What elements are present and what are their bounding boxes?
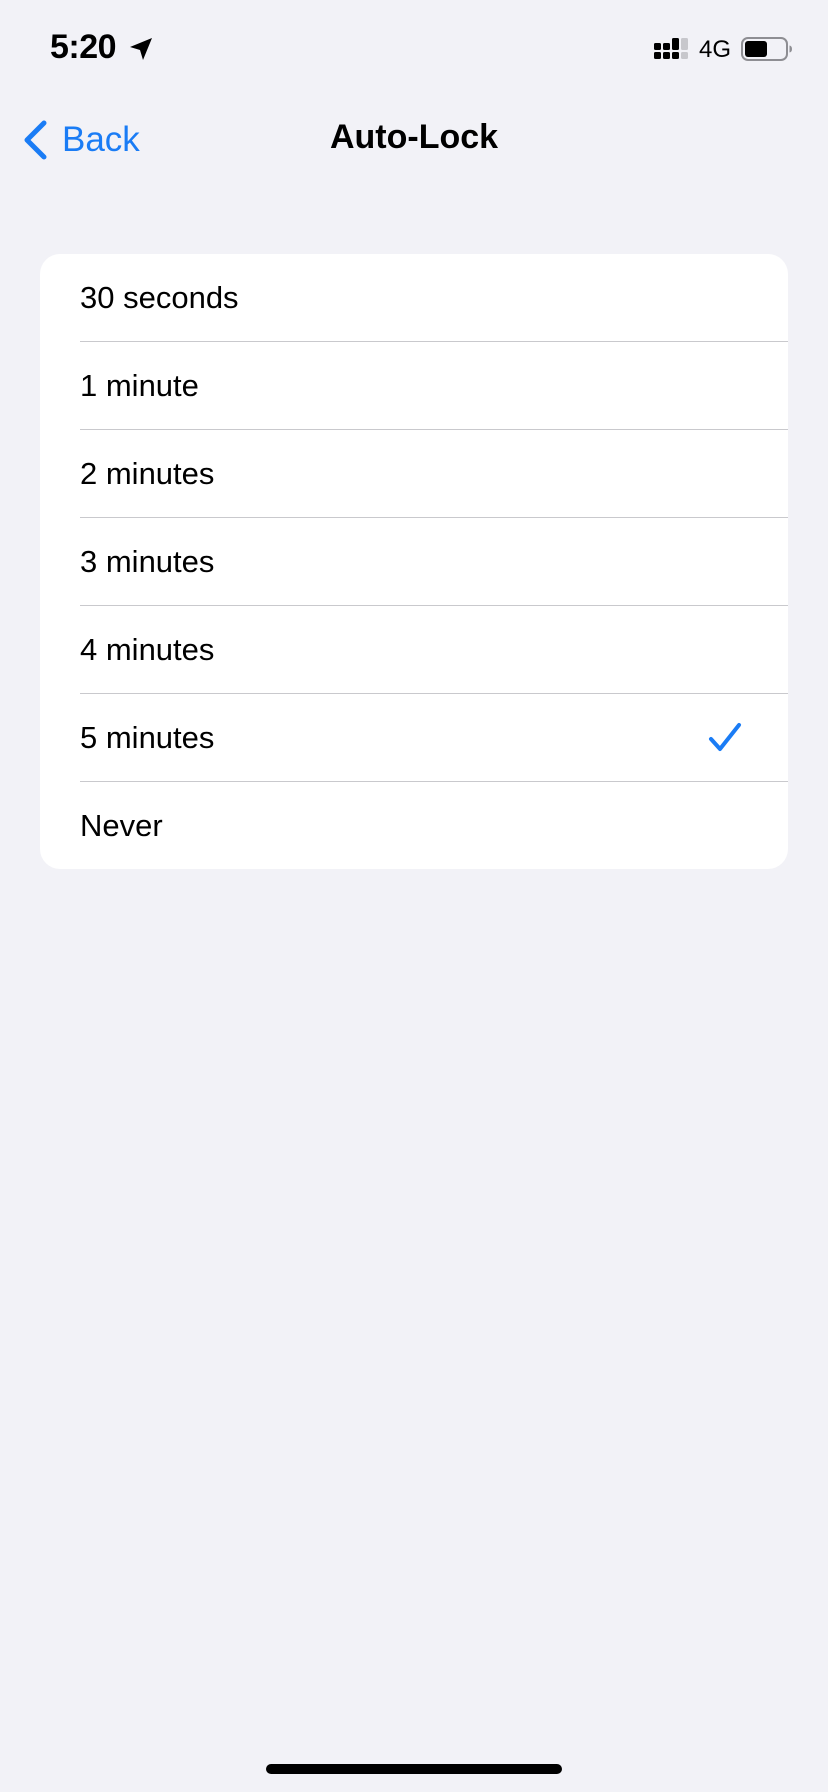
- location-arrow-icon: [130, 38, 152, 60]
- status-time: 5:20: [50, 28, 117, 66]
- option-label: 5 minutes: [80, 720, 215, 755]
- navigation-bar: Back Auto-Lock: [0, 100, 828, 180]
- cellular-signal-icon: [654, 38, 688, 59]
- option-label: 1 minute: [80, 368, 199, 403]
- option-5-minutes[interactable]: 5 minutes: [40, 694, 788, 782]
- option-3-minutes[interactable]: 3 minutes: [40, 518, 788, 606]
- option-30-seconds[interactable]: 30 seconds: [40, 254, 788, 342]
- option-4-minutes[interactable]: 4 minutes: [40, 606, 788, 694]
- status-bar: 5:20 4G: [0, 0, 828, 100]
- network-type-label: 4G: [699, 36, 732, 63]
- auto-lock-options-list: 30 seconds 1 minute 2 minutes 3 minutes …: [40, 254, 788, 869]
- option-never[interactable]: Never: [40, 782, 788, 869]
- home-indicator: [266, 1764, 562, 1774]
- option-label: 4 minutes: [80, 632, 215, 667]
- option-label: 3 minutes: [80, 544, 215, 579]
- battery-icon: [741, 37, 792, 61]
- option-2-minutes[interactable]: 2 minutes: [40, 430, 788, 518]
- option-1-minute[interactable]: 1 minute: [40, 342, 788, 430]
- option-label: Never: [80, 808, 163, 843]
- checkmark-icon: [709, 723, 741, 751]
- option-label: 30 seconds: [80, 280, 239, 315]
- page-title: Auto-Lock: [329, 118, 499, 156]
- option-label: 2 minutes: [80, 456, 215, 491]
